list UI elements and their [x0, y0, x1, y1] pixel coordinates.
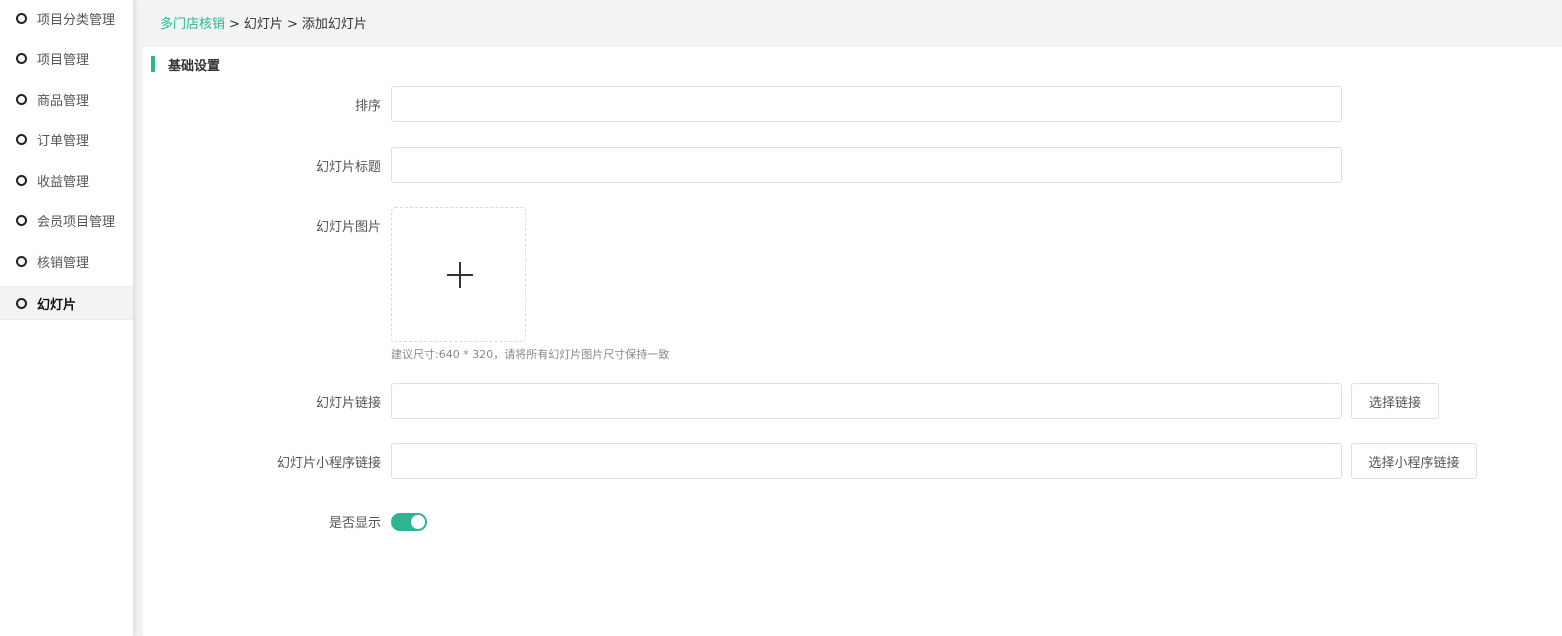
sidebar-item-project-category[interactable]: 项目分类管理: [0, 2, 133, 34]
sidebar-item-goods[interactable]: 商品管理: [0, 83, 133, 115]
section-title: 基础设置: [168, 59, 221, 74]
sidebar-item-label: 项目管理: [37, 52, 90, 68]
slide-title-label: 幻灯片标题: [315, 160, 381, 175]
sidebar-item-label: 幻灯片: [37, 297, 77, 313]
breadcrumb: 多门店核销 > 幻灯片 > 添加幻灯片: [160, 13, 367, 32]
sidebar-item-label: 收益管理: [37, 174, 90, 190]
slide-title-input[interactable]: [391, 147, 1342, 183]
sidebar-item-label: 会员项目管理: [37, 214, 116, 230]
slide-image-label: 幻灯片图片: [315, 220, 381, 235]
circle-icon: [16, 133, 27, 145]
sidebar-item-label: 商品管理: [37, 93, 90, 109]
sidebar-item-project[interactable]: 项目管理: [0, 42, 133, 74]
slide-link-label: 幻灯片链接: [315, 396, 381, 411]
circle-icon: [16, 214, 27, 226]
sidebar-item-label: 项目分类管理: [37, 12, 116, 28]
sidebar-item-verification[interactable]: 核销管理: [0, 245, 133, 277]
breadcrumb-separator: >: [229, 17, 240, 32]
circle-icon: [16, 93, 27, 105]
section-accent-bar: [151, 56, 155, 72]
miniprogram-link-input[interactable]: [391, 443, 1342, 479]
slide-link-input[interactable]: [391, 383, 1342, 419]
select-miniprogram-link-button[interactable]: 选择小程序链接: [1351, 443, 1477, 479]
plus-icon: [447, 262, 473, 288]
circle-icon: [16, 297, 27, 309]
image-size-hint: 建议尺寸:640 * 320，请将所有幻灯片图片尺寸保持一致: [391, 348, 670, 361]
sidebar-item-income[interactable]: 收益管理: [0, 164, 133, 196]
sort-input[interactable]: [391, 86, 1342, 122]
select-link-button[interactable]: 选择链接: [1351, 383, 1439, 419]
sidebar-item-label: 核销管理: [37, 255, 90, 271]
show-label: 是否显示: [328, 516, 381, 531]
toggle-knob: [411, 515, 425, 529]
form-panel: [143, 47, 1562, 636]
image-upload-box[interactable]: [391, 207, 526, 342]
circle-icon: [16, 255, 27, 267]
sidebar-item-member-project[interactable]: 会员项目管理: [0, 204, 133, 236]
breadcrumb-level2: 幻灯片: [243, 17, 283, 32]
breadcrumb-separator: >: [286, 17, 298, 32]
miniprogram-link-label: 幻灯片小程序链接: [276, 456, 381, 471]
sort-label: 排序: [354, 99, 381, 114]
breadcrumb-root-link[interactable]: 多门店核销: [160, 17, 225, 32]
sidebar-item-orders[interactable]: 订单管理: [0, 123, 133, 155]
circle-icon: [16, 174, 27, 186]
sidebar-item-label: 订单管理: [37, 133, 90, 149]
sidebar: 项目分类管理 项目管理 商品管理 订单管理 收益管理 会员项目管理 核销管理 幻…: [0, 0, 133, 636]
circle-icon: [16, 52, 27, 64]
sidebar-item-slides[interactable]: 幻灯片: [0, 286, 133, 320]
breadcrumb-current: 添加幻灯片: [301, 17, 367, 32]
show-toggle[interactable]: [391, 513, 427, 531]
circle-icon: [16, 12, 27, 24]
